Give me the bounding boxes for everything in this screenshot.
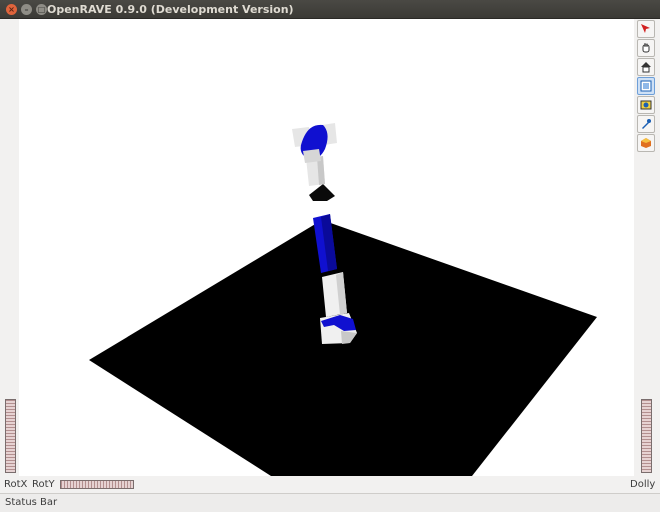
3d-viewport[interactable] <box>19 19 634 476</box>
seek-button[interactable] <box>637 96 655 114</box>
home-view-icon <box>641 62 651 73</box>
window-controls: × – □ <box>6 4 47 15</box>
view-all-icon <box>640 80 652 92</box>
select-icon <box>641 24 650 33</box>
wrist-dark <box>309 184 335 201</box>
window-title: OpenRAVE 0.9.0 (Development Version) <box>47 3 294 16</box>
render-mode-icon <box>641 138 651 148</box>
home-view-button[interactable] <box>637 58 655 76</box>
minimize-window-button[interactable]: – <box>21 4 32 15</box>
gripper-bottom <box>303 149 321 163</box>
seek-icon <box>640 100 652 110</box>
viewer-toolbar <box>637 20 655 152</box>
rotx-wheel[interactable] <box>5 399 16 473</box>
perspective-icon <box>642 119 651 129</box>
wheel-bar: RotX RotY Dolly <box>0 476 660 493</box>
dolly-label: Dolly <box>630 479 656 490</box>
interact-tool-button[interactable] <box>637 39 655 57</box>
status-bar: Status Bar <box>0 493 660 512</box>
close-window-button[interactable]: × <box>6 4 17 15</box>
rotx-label: RotX <box>4 479 28 490</box>
status-text: Status Bar <box>5 497 58 508</box>
scene-canvas[interactable] <box>19 19 634 476</box>
maximize-window-button[interactable]: □ <box>36 4 47 15</box>
roty-wheel[interactable] <box>60 480 134 489</box>
select-tool-button[interactable] <box>637 20 655 38</box>
roty-label: RotY <box>32 479 55 490</box>
title-bar: × – □ OpenRAVE 0.9.0 (Development Versio… <box>0 0 660 19</box>
view-all-button[interactable] <box>637 77 655 95</box>
floor-plane <box>89 220 597 476</box>
render-mode-button[interactable] <box>637 134 655 152</box>
hand-interact-icon <box>642 43 650 53</box>
perspective-button[interactable] <box>637 115 655 133</box>
dolly-wheel[interactable] <box>641 399 652 473</box>
